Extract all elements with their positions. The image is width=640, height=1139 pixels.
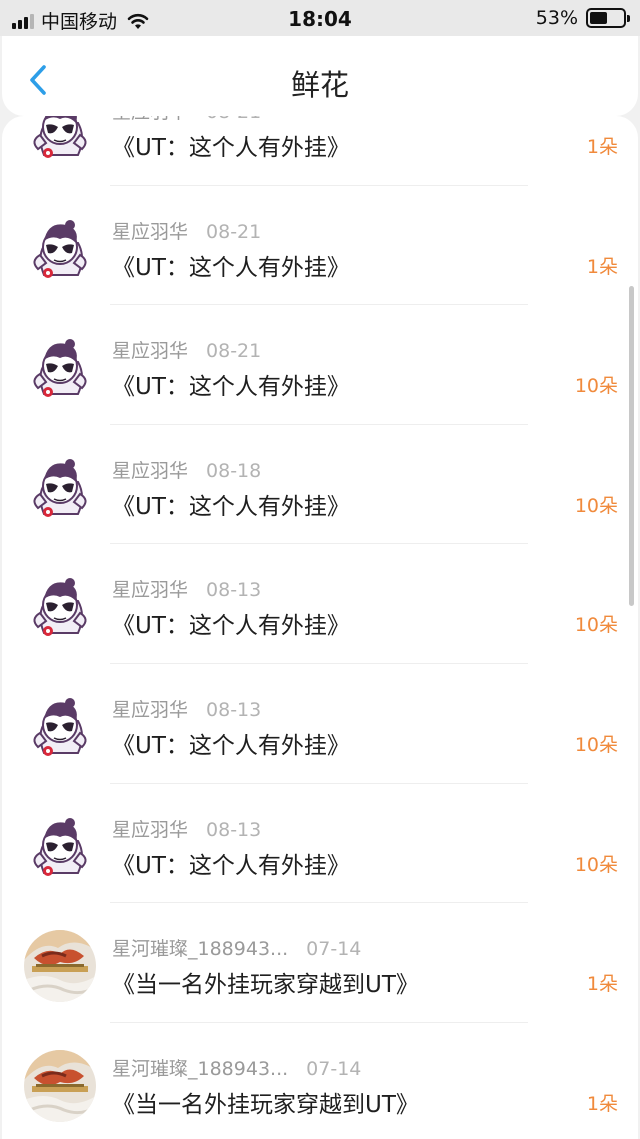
book-title[interactable]: 《UT：这个人有外挂》 bbox=[112, 487, 350, 521]
flower-count: 10朵 bbox=[574, 375, 618, 398]
list-item[interactable]: 星应羽华 08-21 《UT：这个人有外挂》 10朵 bbox=[2, 305, 638, 425]
flower-count: 10朵 bbox=[574, 494, 618, 517]
ghost-avatar[interactable] bbox=[24, 811, 96, 883]
user-name[interactable]: 星应羽华 bbox=[112, 819, 188, 841]
battery-icon bbox=[586, 8, 630, 28]
list-item[interactable]: 星应羽华 08-13 《UT：这个人有外挂》 10朵 bbox=[2, 784, 638, 904]
page-title: 鲜花 bbox=[290, 68, 349, 102]
scrollbar[interactable] bbox=[629, 286, 634, 606]
user-name[interactable]: 星应羽华 bbox=[112, 460, 188, 482]
row-date: 08-18 bbox=[206, 459, 262, 482]
book-title[interactable]: 《当一名外挂玩家穿越到UT》 bbox=[112, 965, 419, 999]
landscape-avatar[interactable] bbox=[24, 930, 96, 1002]
row-meta: 星河璀璨_188943... 07-14 bbox=[112, 1054, 361, 1081]
ghost-avatar[interactable] bbox=[24, 116, 96, 165]
status-bar: 中国移动 18:04 53% bbox=[0, 0, 640, 36]
row-meta: 星应羽华 08-13 bbox=[112, 695, 261, 722]
row-date: 08-13 bbox=[206, 698, 262, 721]
nav-bar: 鲜花 bbox=[2, 36, 638, 116]
row-meta: 星河璀璨_188943... 07-14 bbox=[112, 934, 361, 961]
book-title[interactable]: 《UT：这个人有外挂》 bbox=[112, 606, 350, 640]
book-title[interactable]: 《UT：这个人有外挂》 bbox=[112, 128, 350, 162]
flower-list-inner: 星应羽华08-21《UT：这个人有外挂》1朵星应羽华08-21《UT：这个人有外… bbox=[2, 116, 638, 1139]
flower-count: 1朵 bbox=[586, 255, 618, 278]
flower-count: 1朵 bbox=[586, 136, 618, 158]
row-meta: 星应羽华 08-18 bbox=[112, 456, 261, 483]
book-title[interactable]: 《UT：这个人有外挂》 bbox=[112, 846, 350, 880]
list-item[interactable]: 星应羽华 08-21 《UT：这个人有外挂》 1朵 bbox=[2, 186, 638, 306]
battery-fill bbox=[590, 12, 607, 24]
flower-list[interactable]: 星应羽华08-21《UT：这个人有外挂》1朵星应羽华08-21《UT：这个人有外… bbox=[2, 116, 638, 1139]
status-right: 53% bbox=[535, 7, 630, 29]
row-meta: 星应羽华 08-13 bbox=[112, 815, 261, 842]
user-name[interactable]: 星应羽华 bbox=[112, 116, 188, 123]
list-item[interactable]: 星河璀璨_188943... 07-14 《当一名外挂玩家穿越到UT》 1朵 bbox=[2, 1023, 638, 1139]
flower-count: 10朵 bbox=[574, 853, 618, 876]
row-date: 08-13 bbox=[206, 818, 262, 841]
row-date: 08-21 bbox=[206, 116, 261, 123]
user-name[interactable]: 星应羽华 bbox=[112, 579, 188, 601]
row-date: 07-14 bbox=[306, 1057, 362, 1080]
flower-count: 1朵 bbox=[586, 1092, 618, 1115]
user-name[interactable]: 星应羽华 bbox=[112, 221, 188, 243]
ghost-avatar[interactable] bbox=[24, 452, 96, 524]
list-item[interactable]: 星应羽华 08-13 《UT：这个人有外挂》 10朵 bbox=[2, 664, 638, 784]
ghost-avatar[interactable] bbox=[24, 213, 96, 285]
user-name[interactable]: 星河璀璨_188943... bbox=[112, 938, 288, 960]
row-date: 08-21 bbox=[206, 220, 262, 243]
ghost-avatar[interactable] bbox=[24, 571, 96, 643]
row-meta: 星应羽华 08-21 bbox=[112, 336, 261, 363]
row-date: 08-21 bbox=[206, 340, 262, 363]
flower-count: 1朵 bbox=[586, 973, 618, 996]
list-item[interactable]: 星河璀璨_188943... 07-14 《当一名外挂玩家穿越到UT》 1朵 bbox=[2, 903, 638, 1023]
flower-count: 10朵 bbox=[574, 733, 618, 756]
row-date: 08-13 bbox=[206, 579, 262, 602]
book-title[interactable]: 《UT：这个人有外挂》 bbox=[112, 248, 350, 282]
list-item[interactable]: 星应羽华 08-13 《UT：这个人有外挂》 10朵 bbox=[2, 544, 638, 664]
landscape-avatar[interactable] bbox=[24, 1050, 96, 1122]
user-name[interactable]: 星应羽华 bbox=[112, 340, 188, 362]
user-name[interactable]: 星应羽华 bbox=[112, 699, 188, 721]
list-item[interactable]: 星应羽华 08-18 《UT：这个人有外挂》 10朵 bbox=[2, 425, 638, 545]
ghost-avatar[interactable] bbox=[24, 332, 96, 404]
book-title[interactable]: 《UT：这个人有外挂》 bbox=[112, 726, 350, 760]
row-meta: 星应羽华 08-21 bbox=[112, 217, 261, 244]
book-title[interactable]: 《当一名外挂玩家穿越到UT》 bbox=[112, 1085, 419, 1119]
flower-count: 10朵 bbox=[574, 614, 618, 637]
row-meta: 星应羽华 08-13 bbox=[112, 575, 261, 602]
row-meta: 星应羽华 08-21 bbox=[112, 116, 261, 124]
list-item[interactable]: 星应羽华 08-21 《UT：这个人有外挂》 1朵 bbox=[2, 116, 638, 186]
battery-percent: 53% bbox=[535, 7, 578, 29]
book-title[interactable]: 《UT：这个人有外挂》 bbox=[112, 367, 350, 401]
row-date: 07-14 bbox=[306, 938, 362, 961]
user-name[interactable]: 星河璀璨_188943... bbox=[112, 1058, 288, 1080]
ghost-avatar[interactable] bbox=[24, 691, 96, 763]
